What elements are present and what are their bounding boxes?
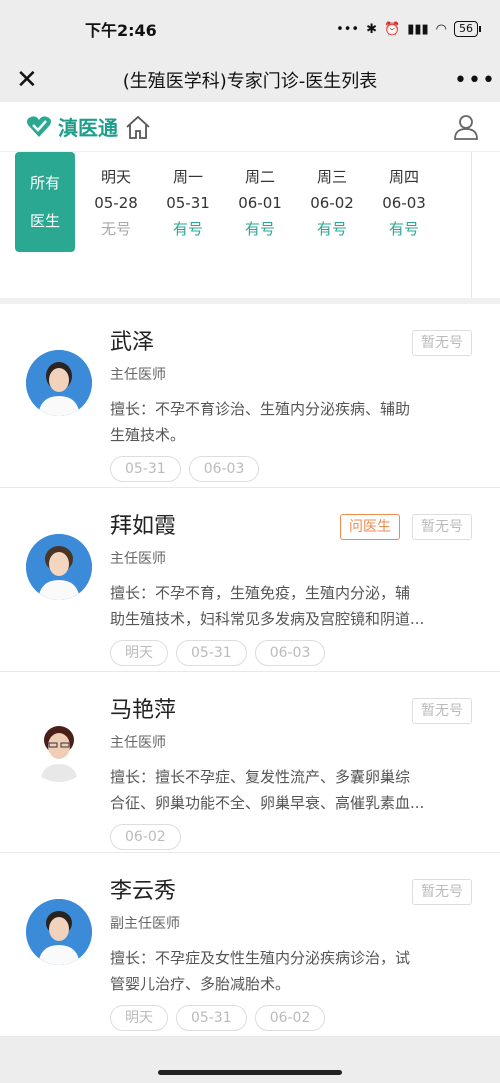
signal-icon: ▮▮▮ [407,21,429,37]
divider [471,152,472,298]
wifi-icon: ◠ [435,21,447,37]
date-chip[interactable]: 明天 [110,1005,168,1031]
date-strip: 所有 医生 明天 05-28 无号 周一 05-31 有号 周二 06-01 有… [0,152,500,304]
ask-doctor-button[interactable]: 问医生 [340,514,400,540]
no-slot-badge: 暂无号 [412,330,472,356]
doctor-card[interactable]: 拜如霞 主任医师 擅长：不孕不育，生殖免疫，生殖内分泌，辅 助生殖技术，妇科常见… [0,488,500,672]
app-header: 滇医通 [0,102,500,152]
no-slot-badge: 暂无号 [412,698,472,724]
brand-name: 滇医通 [58,116,118,140]
status-bar: 下午2:46 ••• ✱ ⏰ ▮▮▮ ◠ 56 [0,0,500,58]
no-slot-badge: 暂无号 [412,514,472,540]
date-item[interactable]: 周三 06-02 有号 [296,164,368,242]
schedule-chips: 明天 05-31 06-03 [110,640,474,666]
date-chip[interactable]: 05-31 [176,640,247,666]
date-item[interactable]: 明天 05-28 无号 [80,164,152,242]
date-chip[interactable]: 06-03 [188,456,260,482]
doctor-card[interactable]: 马艳萍 主任医师 擅长：擅长不孕症、复发性流产、多囊卵巢综 合征、卵巢功能不全、… [0,672,500,853]
date-chip[interactable]: 06-03 [254,640,326,666]
date-item[interactable]: 周四 06-03 有号 [368,164,440,242]
badges: 暂无号 [412,698,472,724]
date-chip[interactable]: 05-31 [110,456,181,482]
schedule-chips: 05-31 06-03 [110,456,474,482]
more-dots-icon: ••• [336,21,360,37]
badges: 暂无号 [412,330,472,356]
schedule-chips: 06-02 [110,824,474,850]
home-icon[interactable] [124,114,152,140]
doctor-card[interactable]: 李云秀 副主任医师 擅长：不孕症及女性生殖内分泌疾病诊治，试 管婴儿治疗、多胎减… [0,853,500,1037]
doctor-list: 武泽 主任医师 擅长：不孕不育诊治、生殖内分泌疾病、辅助 生殖技术。 05-31… [0,304,500,1037]
status-time: 下午2:46 [85,21,157,40]
date-chip[interactable]: 明天 [110,640,168,666]
badges: 暂无号 [412,879,472,905]
date-item[interactable]: 周二 06-01 有号 [224,164,296,242]
home-indicator [158,1070,342,1075]
date-item[interactable]: 周一 05-31 有号 [152,164,224,242]
doctor-title: 主任医师 [110,551,166,567]
doctor-skill: 擅长：擅长不孕症、复发性流产、多囊卵巢综 合征、卵巢功能不全、卵巢早衰、高催乳素… [110,768,425,812]
doctor-title: 主任医师 [110,735,166,751]
doctor-avatar [26,716,92,782]
battery-icon: 56 [454,21,481,37]
doctor-skill: 擅长：不孕不育诊治、生殖内分泌疾病、辅助 生殖技术。 [110,400,411,444]
date-chip[interactable]: 06-02 [110,824,181,850]
date-chip[interactable]: 05-31 [176,1005,247,1031]
user-icon[interactable] [452,113,480,141]
bluetooth-icon: ✱ [366,21,377,37]
brand[interactable]: 滇医通 [26,112,152,141]
nav-bar: ✕ (生殖医学科)专家门诊-医生列表 ••• [0,58,500,102]
badges: 问医生 暂无号 [340,514,472,540]
doctor-card[interactable]: 武泽 主任医师 擅长：不孕不育诊治、生殖内分泌疾病、辅助 生殖技术。 05-31… [0,304,500,488]
all-doctors-button[interactable]: 所有 医生 [15,152,75,252]
no-slot-badge: 暂无号 [412,879,472,905]
doctor-avatar [26,350,92,416]
doctor-avatar [26,899,92,965]
doctor-avatar [26,534,92,600]
status-icons: ••• ✱ ⏰ ▮▮▮ ◠ 56 [336,21,481,37]
doctor-title: 副主任医师 [110,916,180,932]
doctor-title: 主任医师 [110,367,166,383]
date-chip[interactable]: 06-02 [254,1005,326,1031]
more-menu-icon[interactable]: ••• [454,68,495,93]
doctor-skill: 擅长：不孕不育，生殖免疫，生殖内分泌，辅 助生殖技术，妇科常见多发病及宫腔镜和阴… [110,584,425,628]
schedule-chips: 明天 05-31 06-02 [110,1005,474,1031]
logo-heart-icon [27,115,51,137]
date-list: 明天 05-28 无号 周一 05-31 有号 周二 06-01 有号 周三 0… [80,164,440,242]
doctor-skill: 擅长：不孕症及女性生殖内分泌疾病诊治，试 管婴儿治疗、多胎减胎术。 [110,949,411,993]
close-icon[interactable]: ✕ [16,65,46,95]
alarm-icon: ⏰ [384,21,401,37]
page-title: (生殖医学科)专家门诊-医生列表 [122,71,378,92]
